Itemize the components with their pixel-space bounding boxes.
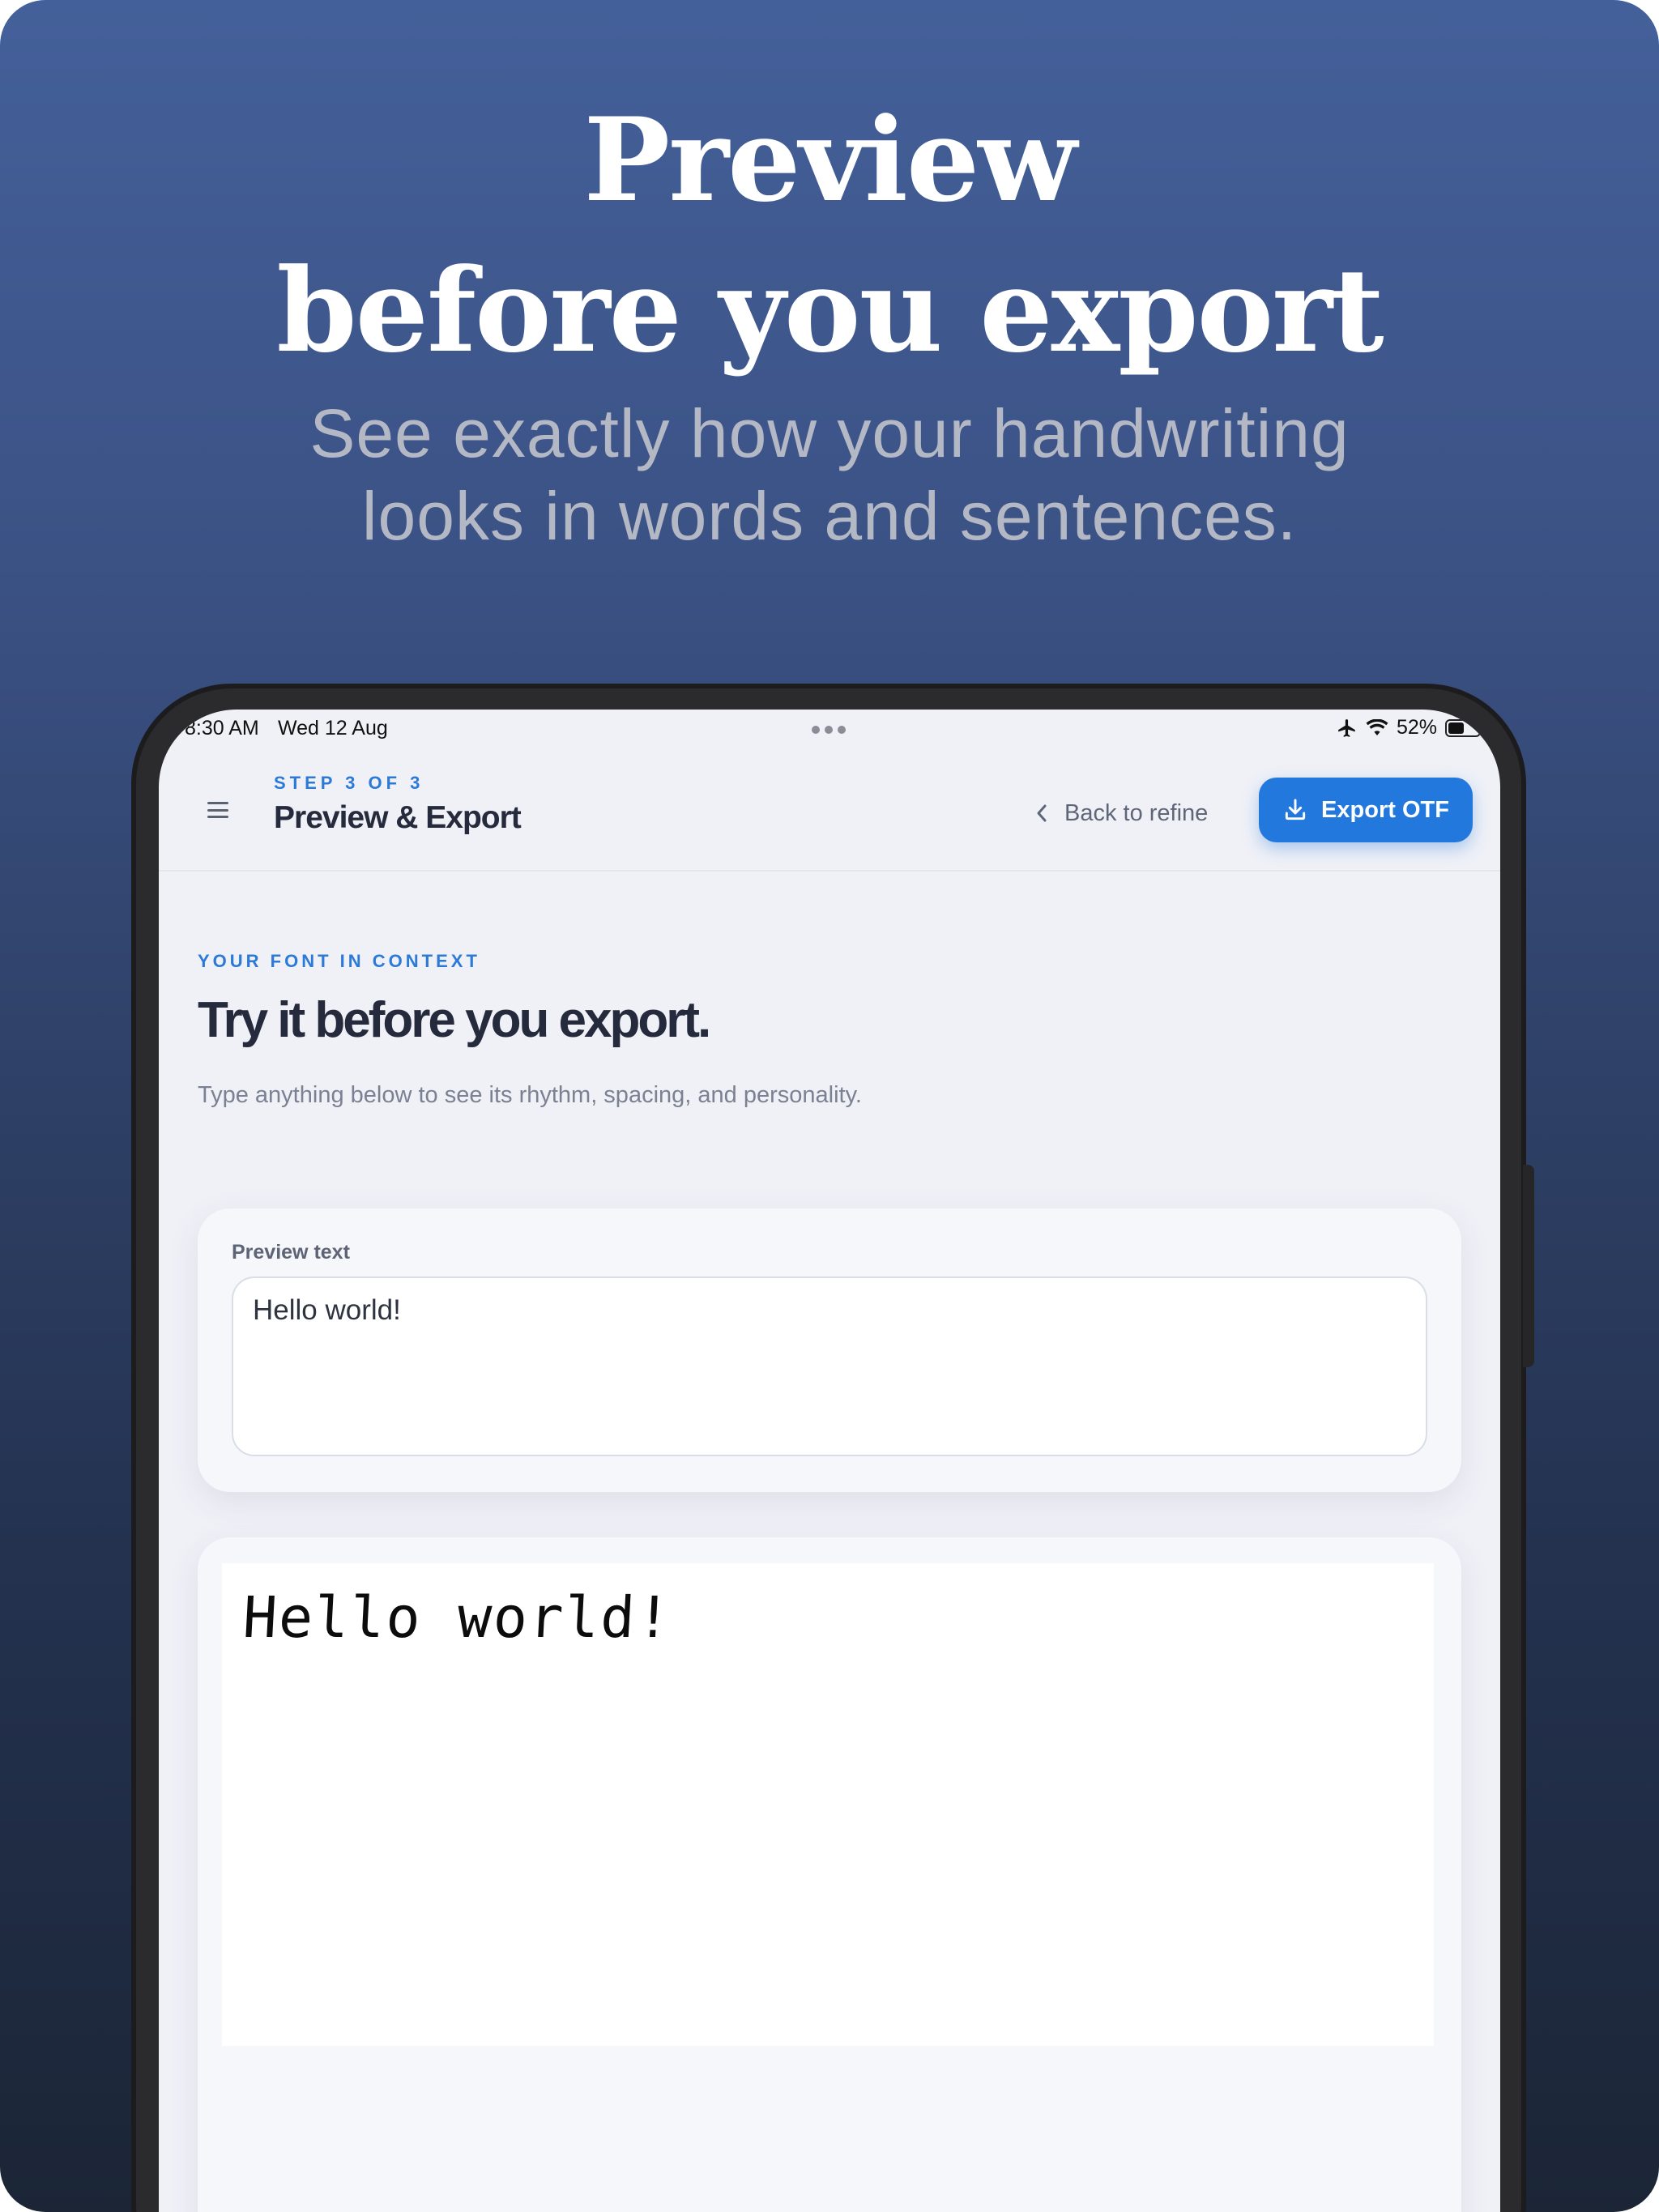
hamburger-menu-icon[interactable] [207, 802, 228, 818]
status-date: Wed 12 Aug [278, 717, 388, 739]
section-eyebrow: YOUR FONT IN CONTEXT [198, 951, 480, 971]
preview-text-input[interactable]: Hello world! [232, 1276, 1427, 1456]
preview-input-card: Preview text Hello world! [198, 1208, 1461, 1492]
font-render-area: Hello world! [222, 1563, 1434, 2046]
tablet-side-button [1523, 1165, 1534, 1367]
battery-icon [1445, 718, 1484, 737]
export-otf-button[interactable]: Export OTF [1259, 778, 1473, 842]
chevron-left-icon [1037, 804, 1047, 822]
battery-percent: 52% [1396, 716, 1437, 739]
back-to-refine-label: Back to refine [1064, 799, 1209, 826]
page-title: Preview & Export [274, 800, 522, 835]
preview-text-label: Preview text [232, 1241, 350, 1264]
status-time: 8:30 AM [185, 717, 259, 739]
app-header: STEP 3 OF 3 Preview & Export Back to ref… [159, 750, 1500, 872]
multitasking-dots-icon[interactable] [812, 726, 846, 734]
airplane-icon [1338, 718, 1355, 737]
subheadline-line-1: See exactly how your handwriting [309, 395, 1350, 471]
back-to-refine-button[interactable]: Back to refine [1035, 797, 1208, 829]
marketing-subheadline: See exactly how your handwriting looks i… [0, 392, 1659, 557]
download-icon [1285, 799, 1306, 820]
marketing-canvas: Preview before you export See exactly ho… [0, 0, 1659, 2212]
section-description: Type anything below to see its rhythm, s… [198, 1082, 862, 1108]
headline-line-2: before you export [276, 244, 1384, 378]
status-right-group: 52% [1337, 716, 1484, 739]
step-indicator: STEP 3 OF 3 [274, 773, 424, 793]
tablet-screen: 8:30 AM Wed 12 Aug 52% STEP 3 OF 3 Previ… [159, 710, 1500, 2212]
marketing-headline: Preview before you export [0, 85, 1659, 386]
export-otf-label: Export OTF [1321, 796, 1449, 823]
handwritten-preview-text: Hello world! [241, 1584, 674, 1651]
subheadline-line-2: looks in words and sentences. [361, 478, 1298, 554]
font-preview-card: Hello world! [198, 1537, 1461, 2212]
headline-line-1: Preview [583, 93, 1077, 228]
wifi-icon [1366, 718, 1388, 735]
status-bar: 8:30 AM Wed 12 Aug 52% [159, 710, 1500, 750]
section-title: Try it before you export. [198, 992, 711, 1048]
